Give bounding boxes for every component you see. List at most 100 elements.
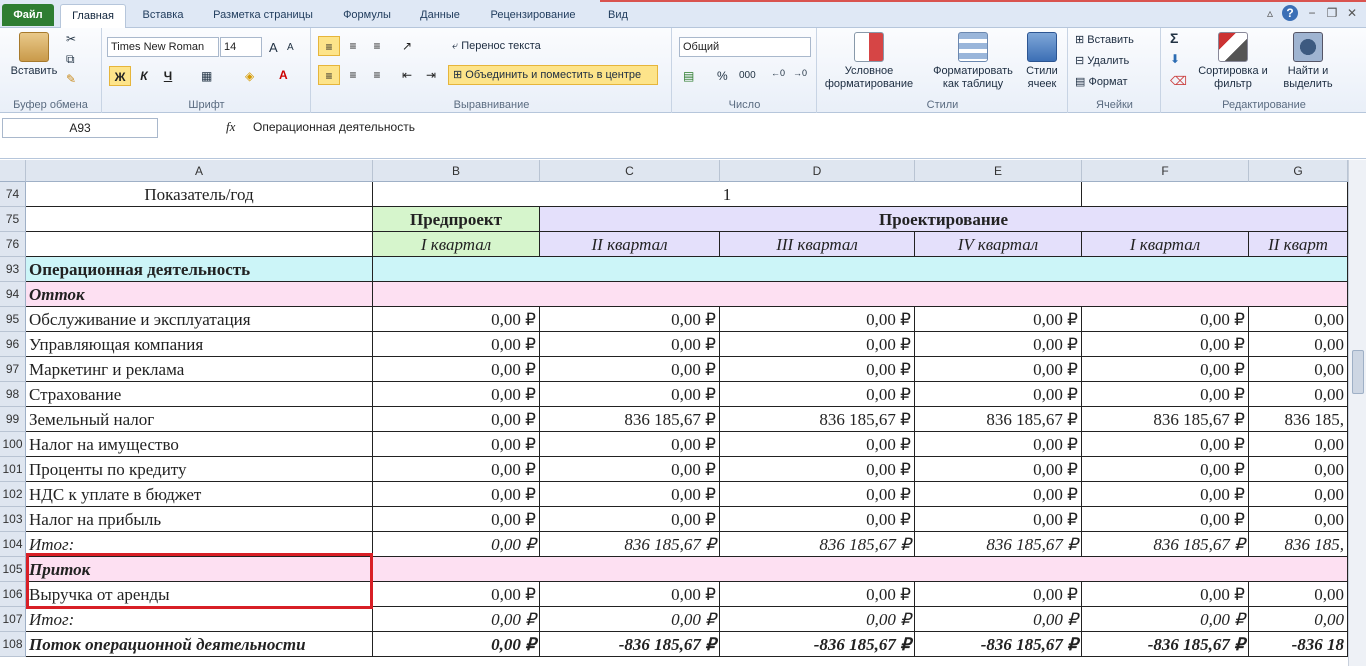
row-header[interactable]: 106 [0, 582, 26, 607]
decrease-indent-icon[interactable]: ⇤ [396, 65, 418, 85]
operating-flow-value[interactable]: -836 185,67 ₽ [915, 632, 1082, 657]
insert-function-icon[interactable]: fx [226, 119, 235, 135]
quarter-header[interactable]: I квартал [373, 232, 540, 257]
decrease-decimal-icon[interactable]: →0 [793, 68, 807, 78]
help-icon[interactable]: ? [1282, 5, 1298, 21]
operating-flow-value[interactable]: -836 185,67 ₽ [1082, 632, 1249, 657]
expense-row-value[interactable]: 0,00 ₽ [373, 307, 540, 332]
cell[interactable] [26, 207, 373, 232]
column-header-a[interactable]: A [26, 160, 373, 182]
column-header-e[interactable]: E [915, 160, 1082, 182]
total-inflow-value[interactable]: 0,00 [1249, 607, 1348, 632]
tab-view[interactable]: Вид [598, 4, 638, 28]
orientation-icon[interactable]: ↗ [396, 36, 418, 56]
tab-page-layout[interactable]: Разметка страницы [204, 4, 322, 28]
row-header[interactable]: 75 [0, 207, 26, 232]
operating-flow-value[interactable]: -836 185,67 ₽ [540, 632, 720, 657]
expense-row-value[interactable]: 0,00 ₽ [915, 357, 1082, 382]
expense-row-value[interactable]: 0,00 ₽ [373, 457, 540, 482]
align-middle-icon[interactable]: ≡ [342, 36, 364, 56]
expense-row-value[interactable]: 0,00 ₽ [915, 457, 1082, 482]
fill-color-icon[interactable]: ◈ [245, 69, 254, 83]
row-header[interactable]: 99 [0, 407, 26, 432]
tab-insert[interactable]: Вставка [134, 4, 192, 28]
sort-filter-button[interactable]: Сортировка и фильтр [1196, 32, 1270, 91]
total-inflow-value[interactable]: 0,00 ₽ [540, 607, 720, 632]
revenue-row-value[interactable]: 0,00 ₽ [915, 582, 1082, 607]
expense-row-value[interactable]: 0,00 ₽ [1082, 307, 1249, 332]
paste-button[interactable]: Вставить [4, 32, 64, 78]
column-header-f[interactable]: F [1082, 160, 1249, 182]
find-select-button[interactable]: Найти и выделить [1272, 32, 1344, 91]
section-fill[interactable] [373, 282, 1348, 307]
autosum-icon[interactable]: Σ [1170, 30, 1178, 46]
expense-row-value[interactable]: 0,00 ₽ [540, 482, 720, 507]
expense-row-label[interactable]: НДС к уплате в бюджет [26, 482, 373, 507]
row-header[interactable]: 101 [0, 457, 26, 482]
row-header[interactable]: 102 [0, 482, 26, 507]
expense-row-label[interactable]: Управляющая компания [26, 332, 373, 357]
revenue-row-value[interactable]: 0,00 ₽ [373, 582, 540, 607]
row-header[interactable]: 104 [0, 532, 26, 557]
increase-indent-icon[interactable]: ⇥ [420, 65, 442, 85]
expense-row-value[interactable]: 0,00 ₽ [1082, 382, 1249, 407]
tab-home[interactable]: Главная [60, 4, 126, 28]
phase-proektirovanie[interactable]: Проектирование [540, 207, 1348, 232]
underline-button[interactable]: Ч [157, 66, 179, 86]
section-label[interactable]: Операционная деятельность [26, 257, 373, 282]
operating-flow-value[interactable]: -836 18 [1249, 632, 1348, 657]
row-header[interactable]: 96 [0, 332, 26, 357]
expense-row-value[interactable]: 0,00 [1249, 357, 1348, 382]
close-icon[interactable]: ✕ [1344, 5, 1360, 21]
total-inflow-label[interactable]: Итог: [26, 607, 373, 632]
expense-row-value[interactable]: 0,00 ₽ [373, 357, 540, 382]
expense-row-value[interactable]: 0,00 ₽ [915, 307, 1082, 332]
percent-button[interactable]: % [717, 69, 728, 83]
expense-row-value[interactable]: 0,00 [1249, 507, 1348, 532]
total-outflow-value[interactable]: 836 185,67 ₽ [540, 532, 720, 557]
expense-row-label[interactable]: Проценты по кредиту [26, 457, 373, 482]
align-top-icon[interactable]: ≡ [318, 36, 340, 56]
row-header[interactable]: 100 [0, 432, 26, 457]
increase-decimal-icon[interactable]: ←0 [771, 68, 785, 78]
expense-row-value[interactable]: 0,00 ₽ [1082, 507, 1249, 532]
column-header-c[interactable]: C [540, 160, 720, 182]
expense-row-value[interactable]: 0,00 [1249, 457, 1348, 482]
minimize-icon[interactable]: − [1304, 5, 1320, 21]
expense-row-value[interactable]: 0,00 ₽ [1082, 482, 1249, 507]
formula-content[interactable]: Операционная деятельность [253, 120, 415, 134]
quarter-header[interactable]: II кварт [1249, 232, 1348, 257]
expense-row-value[interactable]: 0,00 ₽ [540, 382, 720, 407]
expense-row-value[interactable]: 0,00 ₽ [540, 332, 720, 357]
total-outflow-value[interactable]: 0,00 ₽ [373, 532, 540, 557]
header-cell-year[interactable]: 1 [373, 182, 1082, 207]
column-header-d[interactable]: D [720, 160, 915, 182]
row-header[interactable]: 108 [0, 632, 26, 657]
header-cell-indicator[interactable]: Показатель/год [26, 182, 373, 207]
tab-file[interactable]: Файл [2, 4, 54, 26]
expense-row-value[interactable]: 836 185,67 ₽ [915, 407, 1082, 432]
total-inflow-value[interactable]: 0,00 ₽ [915, 607, 1082, 632]
total-outflow-value[interactable]: 836 185,67 ₽ [720, 532, 915, 557]
bold-button[interactable]: Ж [109, 66, 131, 86]
align-left-icon[interactable]: ≡ [318, 65, 340, 85]
expense-row-value[interactable]: 0,00 ₽ [720, 332, 915, 357]
expense-row-value[interactable]: 0,00 [1249, 332, 1348, 357]
restore-icon[interactable]: ❐ [1324, 5, 1340, 21]
font-color-icon[interactable]: A [279, 68, 288, 82]
borders-icon[interactable]: ▦ [201, 69, 212, 83]
expense-row-label[interactable]: Земельный налог [26, 407, 373, 432]
expense-row-label[interactable]: Налог на имущество [26, 432, 373, 457]
merge-center-button[interactable]: ⊞ Объединить и поместить в центре [448, 65, 658, 85]
expense-row-value[interactable]: 0,00 [1249, 307, 1348, 332]
operating-flow-label[interactable]: Поток операционной деятельности [26, 632, 373, 657]
expense-row-value[interactable]: 0,00 ₽ [540, 307, 720, 332]
section-fill[interactable] [373, 257, 1348, 282]
expense-row-label[interactable]: Страхование [26, 382, 373, 407]
minimize-ribbon-icon[interactable]: ▵ [1262, 5, 1278, 21]
expense-row-value[interactable]: 0,00 ₽ [720, 307, 915, 332]
section-label[interactable]: Отток [26, 282, 373, 307]
revenue-row-value[interactable]: 0,00 [1249, 582, 1348, 607]
expense-row-value[interactable]: 0,00 ₽ [373, 382, 540, 407]
expense-row-value[interactable]: 0,00 [1249, 382, 1348, 407]
